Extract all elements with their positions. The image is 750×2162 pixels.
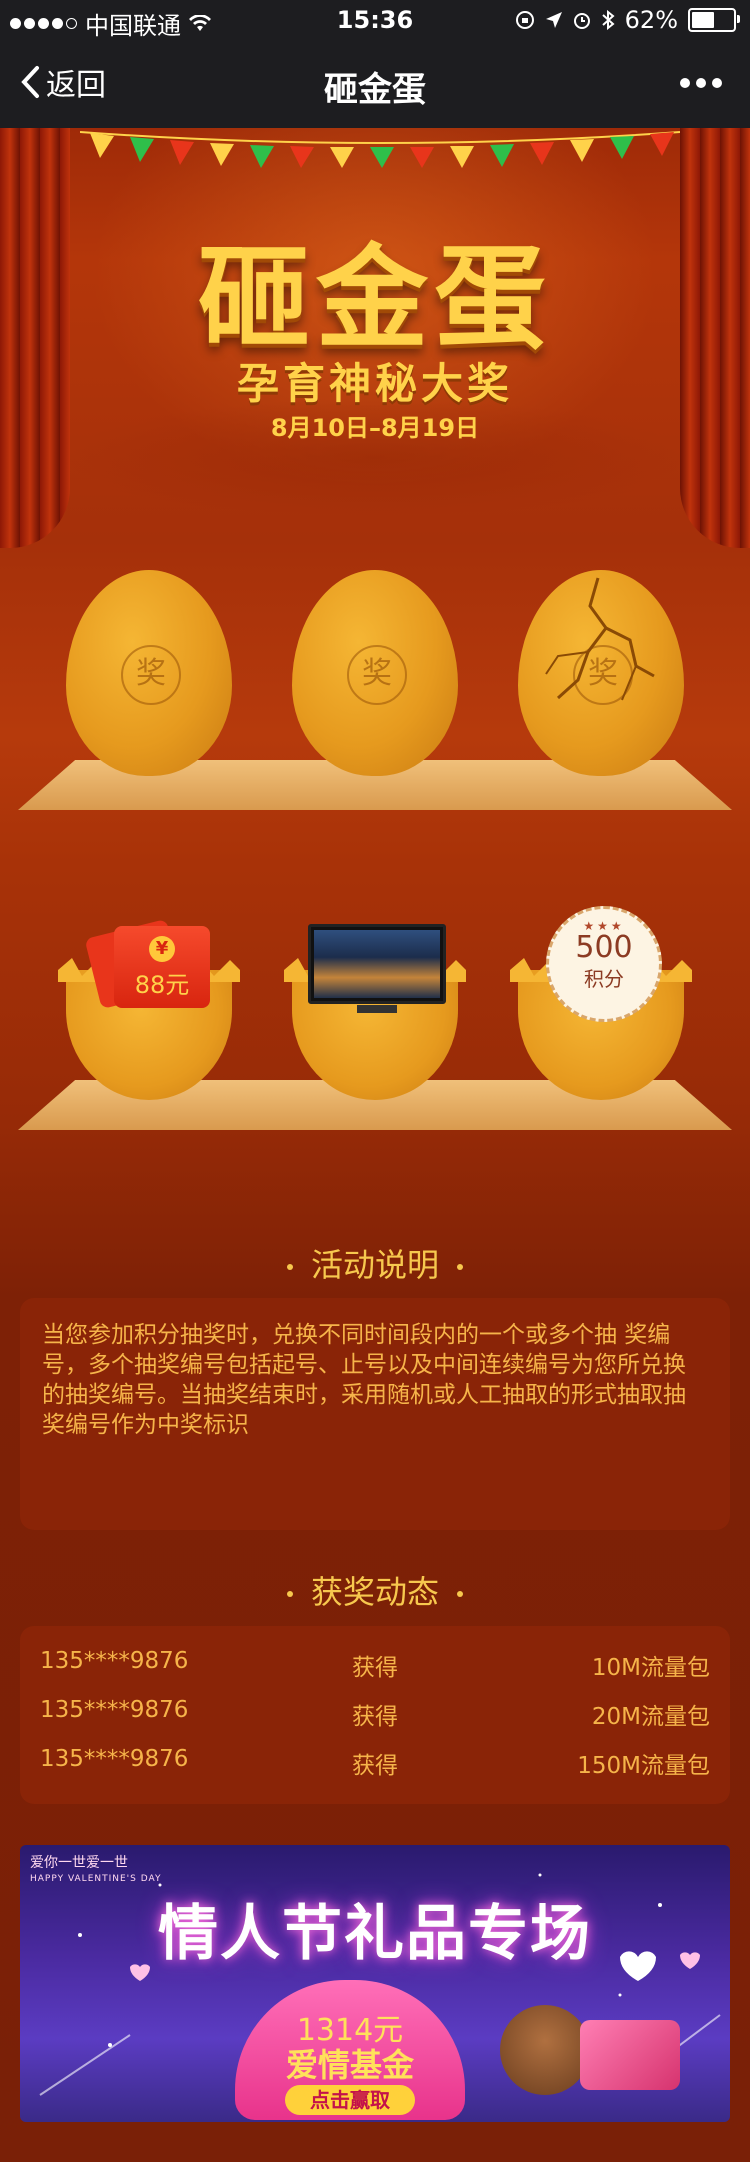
red-envelope-amount: 88元 [134, 971, 190, 999]
alarm-icon [573, 13, 590, 29]
winners-card: 135****9876 获得 10M流量包 135****9876 获得 20M… [20, 1626, 730, 1804]
tv-stand [357, 1005, 397, 1013]
golden-egg-1[interactable]: 奖 [66, 570, 232, 776]
winner-row: 135****9876 获得 20M流量包 [40, 1687, 710, 1735]
location-icon [545, 12, 562, 28]
title-dot [286, 1591, 293, 1597]
hero-banner: 砸金蛋 孕育神秘大奖 8月10日–8月19日 [0, 128, 750, 548]
winner-prize: 150M流量包 [577, 1753, 710, 1779]
rules-heading: 活动说明 [0, 1240, 750, 1286]
ad-corner-cn: 爱你一世爱一世 [30, 1855, 128, 1871]
teddy-bear-icon [500, 2005, 590, 2095]
television-prize-icon [308, 924, 446, 1013]
ad-title: 情人节礼品专场 [158, 1899, 592, 1969]
rules-text: 当您参加积分抽奖时，兑换不同时间段内的一个或多个抽 奖编号，多个抽奖编号包括起号… [42, 1322, 686, 1438]
rotation-lock-icon [515, 11, 534, 29]
prize-shelf: ¥ 88元 ★★★ 500 积分 [0, 906, 750, 1130]
battery-percent: 62% [624, 6, 678, 34]
claim-button[interactable]: 点击赢取 [285, 2085, 415, 2115]
more-menu-icon[interactable] [680, 78, 722, 88]
title-dot [457, 1264, 463, 1270]
status-bar: 中国联通 15:36 62% [0, 0, 750, 40]
winner-prize: 10M流量包 [591, 1655, 710, 1681]
red-envelope-prize: ¥ 88元 [114, 926, 210, 1008]
egg-mark: 奖 [347, 645, 407, 705]
yuan-coin-icon: ¥ [149, 936, 175, 962]
title-dot [457, 1591, 463, 1597]
rules-title: 活动说明 [310, 1246, 439, 1284]
page: 中国联通 15:36 62% 返回 砸金蛋 砸金蛋 孕育神秘大奖 8月10日–8… [0, 0, 750, 2162]
egg-mark: 奖 [121, 645, 181, 705]
points-prize-badge: ★★★ 500 积分 [546, 906, 662, 1022]
ad-corner-logo: 爱你一世爱一世 HAPPY VALENTINE'S DAY [30, 1855, 161, 1887]
points-value: 500 [575, 930, 633, 965]
battery-level [692, 12, 715, 28]
winner-prize: 20M流量包 [591, 1704, 710, 1730]
tv-screen [314, 930, 440, 998]
status-right: 62% [515, 6, 740, 34]
rules-card: 当您参加积分抽奖时，兑换不同时间段内的一个或多个抽 奖编号，多个抽奖编号包括起号… [20, 1298, 730, 1530]
title-dot [286, 1264, 293, 1270]
egg-shelf: 奖 奖 奖 [0, 570, 750, 810]
gift-box-icon [580, 2020, 680, 2090]
bluetooth-icon [601, 10, 615, 30]
winners-heading: 获奖动态 [0, 1567, 750, 1613]
banner-date-range: 8月10日–8月19日 [270, 414, 480, 442]
bunting-flags-icon [80, 131, 680, 168]
winners-title: 获奖动态 [310, 1573, 439, 1611]
valentine-ad-banner[interactable]: 爱你一世爱一世 HAPPY VALENTINE'S DAY 情人节礼品专场 13… [20, 1845, 730, 2122]
winner-row: 135****9876 获得 10M流量包 [40, 1638, 710, 1686]
page-title: 砸金蛋 [324, 70, 426, 110]
banner-title: 砸金蛋 [198, 234, 552, 364]
crack-icon [545, 577, 655, 701]
winner-row: 135****9876 获得 150M流量包 [40, 1736, 710, 1784]
battery-icon [688, 8, 740, 32]
ad-fund-label: 爱情基金 [285, 2046, 414, 2084]
nav-bar: 返回 砸金蛋 [0, 40, 750, 128]
golden-egg-2[interactable]: 奖 [292, 570, 458, 776]
banner-subtitle: 孕育神秘大奖 [236, 359, 513, 408]
points-unit: 积分 [584, 967, 624, 991]
golden-egg-3-cracked[interactable]: 奖 [518, 570, 684, 776]
